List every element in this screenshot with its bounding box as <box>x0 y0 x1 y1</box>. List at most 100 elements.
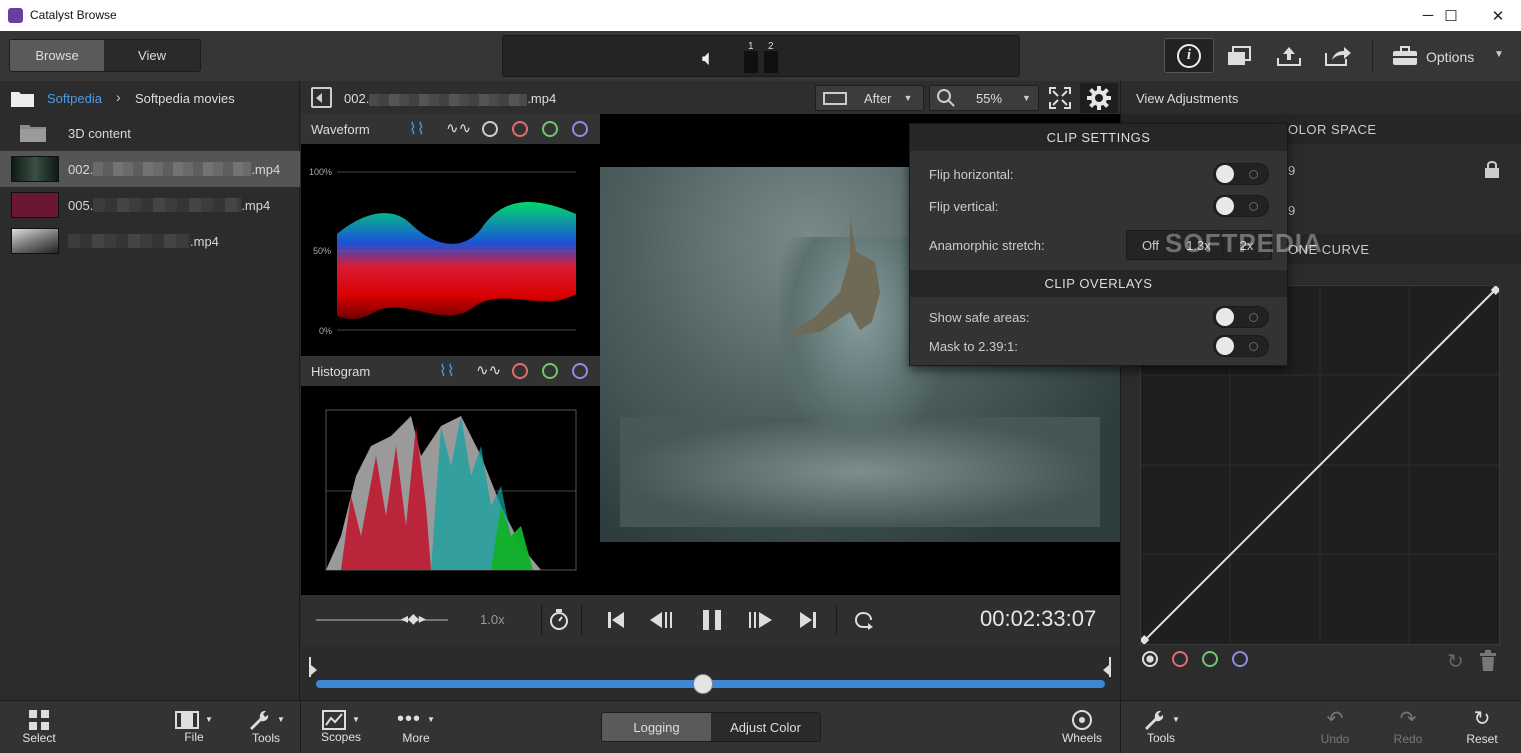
jog-slider-track[interactable] <box>316 619 448 621</box>
tools-menu-button[interactable]: ▼ Tools <box>242 700 290 753</box>
copy-icon <box>1228 46 1251 65</box>
share-button[interactable] <box>1321 41 1355 71</box>
jog-handle-icon[interactable]: ◂◆▸ <box>401 610 426 627</box>
green-channel-icon[interactable] <box>542 121 558 137</box>
timeline-scrubber[interactable] <box>301 645 1120 700</box>
list-item[interactable]: 005. .mp4 <box>0 187 300 223</box>
scopes-panel: Waveform ⌇⌇ ∿∿ 100% 50% 0% Histogram ⌇⌇ … <box>301 114 600 595</box>
more-menu-button[interactable]: ••• ▼ More <box>392 700 440 753</box>
chevron-down-icon: ▼ <box>427 715 435 724</box>
tab-browse[interactable]: Browse <box>10 40 105 71</box>
folder-icon <box>10 90 36 111</box>
magnifier-icon <box>937 89 955 107</box>
grid-select-icon <box>29 709 49 730</box>
green-curve-icon[interactable] <box>1202 651 1218 667</box>
title-bar: Catalyst Browse ─ ☐ ✕ <box>0 0 1521 31</box>
trash-icon[interactable] <box>1478 650 1498 672</box>
red-curve-icon[interactable] <box>1172 651 1188 667</box>
lock-icon[interactable] <box>1483 159 1501 179</box>
info-icon: i <box>1177 43 1201 68</box>
pause-icon[interactable] <box>701 608 723 632</box>
clip-settings-button[interactable] <box>1080 83 1118 113</box>
select-button[interactable]: Select <box>16 700 62 753</box>
redo-icon: ↷ <box>1399 707 1417 730</box>
gear-icon <box>1087 86 1111 110</box>
flip-vertical-toggle[interactable] <box>1213 195 1269 217</box>
skip-start-icon[interactable] <box>606 610 626 630</box>
green-channel-icon[interactable] <box>542 363 558 379</box>
safe-areas-toggle[interactable] <box>1213 306 1269 328</box>
mask-label: Mask to 2.39:1: <box>929 339 1018 354</box>
wheels-button[interactable]: Wheels <box>1058 700 1106 753</box>
clip-filename: 002. .mp4 <box>344 91 557 106</box>
options-menu[interactable]: Options <box>1426 49 1474 65</box>
list-item[interactable]: 002. .mp4 <box>0 151 300 187</box>
tab-view[interactable]: View <box>104 40 200 71</box>
luma-channel-icon[interactable] <box>482 121 498 137</box>
zoom-dropdown[interactable]: 55% ▼ <box>929 85 1039 111</box>
flip-horizontal-toggle[interactable] <box>1213 163 1269 185</box>
copy-button[interactable] <box>1222 41 1256 71</box>
close-button[interactable]: ✕ <box>1475 0 1521 31</box>
fullscreen-button[interactable] <box>1048 86 1072 113</box>
step-forward-icon[interactable] <box>746 610 774 630</box>
red-channel-icon[interactable] <box>512 121 528 137</box>
list-item-folder[interactable]: 3D content <box>0 115 300 151</box>
scopes-menu-button[interactable]: ▼ Scopes <box>316 700 366 753</box>
safe-areas-label: Show safe areas: <box>929 310 1030 325</box>
clip-header: 002. .mp4 After ▼ 55% ▼ <box>301 81 1120 114</box>
chevron-down-icon: ▼ <box>1022 93 1031 103</box>
upload-button[interactable] <box>1272 41 1306 71</box>
histogram-header: Histogram ⌇⌇ ∿∿ <box>301 356 600 386</box>
options-chevron-down-icon[interactable]: ▼ <box>1494 49 1504 60</box>
tab-adjust-color[interactable]: Adjust Color <box>711 713 820 741</box>
overlay-wave-icon[interactable]: ⌇⌇ <box>439 361 455 381</box>
info-button[interactable]: i <box>1164 38 1214 73</box>
playhead-knob[interactable] <box>692 674 713 694</box>
adjust-tools-menu-button[interactable]: ▼ Tools <box>1136 700 1186 753</box>
wrench-icon <box>250 710 269 730</box>
upload-icon <box>1277 47 1301 66</box>
blue-curve-icon[interactable] <box>1232 651 1248 667</box>
reset-curve-icon[interactable]: ↻ <box>1447 649 1464 674</box>
stopwatch-icon[interactable] <box>548 608 570 632</box>
reset-icon: ↻ <box>1473 707 1491 730</box>
figure-silhouette <box>785 217 880 337</box>
waveform-label-100: 100% <box>309 167 332 177</box>
clip-thumbnail <box>11 192 59 218</box>
chevron-down-icon: ▼ <box>277 715 285 724</box>
parade-wave-icon[interactable]: ∿∿ <box>446 119 471 137</box>
maximize-button[interactable]: ☐ <box>1428 0 1474 31</box>
speaker-icon[interactable]: 🔈︎ <box>702 45 715 71</box>
skip-end-icon[interactable] <box>798 610 818 630</box>
red-channel-icon[interactable] <box>512 363 528 379</box>
clip-settings-title: CLIP SETTINGS <box>910 124 1287 151</box>
mask-toggle[interactable] <box>1213 335 1269 357</box>
reset-button[interactable]: ↻ Reset <box>1459 700 1505 753</box>
blue-channel-icon[interactable] <box>572 363 588 379</box>
luma-curve-icon[interactable] <box>1142 651 1158 667</box>
flip-horizontal-label: Flip horizontal: <box>929 167 1014 182</box>
waveform-label-50: 50% <box>313 246 331 256</box>
blue-channel-icon[interactable] <box>572 121 588 137</box>
undo-button[interactable]: ↶ Undo <box>1312 700 1358 753</box>
file-menu-button[interactable]: ▼ File <box>170 700 218 753</box>
step-back-icon[interactable] <box>648 610 676 630</box>
list-item[interactable]: .mp4 <box>0 223 300 259</box>
tab-logging[interactable]: Logging <box>602 713 711 741</box>
chevron-down-icon: ▼ <box>903 93 913 103</box>
overlay-wave-icon[interactable]: ⌇⌇ <box>409 119 425 139</box>
breadcrumb-root[interactable]: Softpedia <box>47 91 102 106</box>
parade-wave-icon[interactable]: ∿∿ <box>476 361 501 379</box>
channel-1-meter <box>744 51 758 73</box>
redo-button[interactable]: ↷ Redo <box>1385 700 1431 753</box>
view-mode-dropdown[interactable]: After ▼ <box>815 85 924 111</box>
clip-name-prefix: 005. <box>68 197 94 213</box>
loop-icon[interactable] <box>853 610 877 630</box>
out-point-marker[interactable] <box>1109 657 1111 677</box>
chevron-down-icon: ▼ <box>1172 715 1180 724</box>
waveform-title: Waveform <box>311 121 370 137</box>
histogram-title: Histogram <box>311 363 371 379</box>
clip-thumbnail <box>11 156 59 182</box>
collapse-panel-button[interactable] <box>311 87 332 108</box>
